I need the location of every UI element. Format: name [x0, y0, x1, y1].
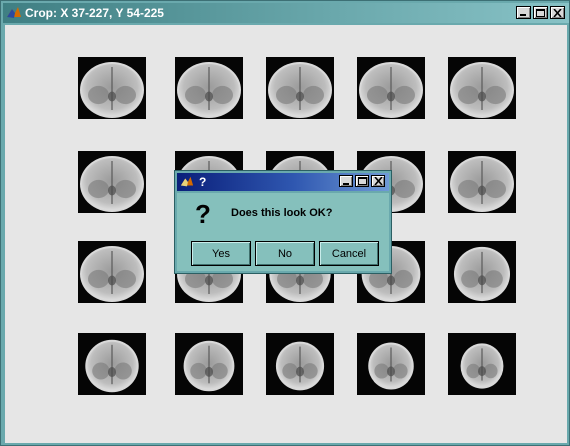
confirm-dialog: ? ? Does this look OK? Yes No Cancel: [174, 170, 392, 274]
close-button[interactable]: [550, 6, 565, 19]
mri-slice-thumbnail: [357, 57, 425, 119]
question-icon: ?: [195, 199, 211, 229]
mri-slice-thumbnail: [448, 57, 516, 119]
dialog-close-button[interactable]: [371, 175, 385, 187]
window-title: Crop: X 37-227, Y 54-225: [25, 6, 164, 20]
mri-slice-thumbnail: [78, 241, 146, 303]
yes-button[interactable]: Yes: [191, 241, 251, 266]
dialog-message: Does this look OK?: [231, 207, 333, 219]
maximize-button[interactable]: [533, 6, 548, 19]
mri-slice-thumbnail: [175, 333, 243, 395]
mri-slice-thumbnail: [448, 151, 516, 213]
dialog-title-bar[interactable]: ?: [177, 173, 389, 191]
mri-slice-thumbnail: [175, 57, 243, 119]
dialog-body: ? Does this look OK? Yes No Cancel: [177, 193, 389, 271]
dialog-title: ?: [199, 175, 207, 189]
matlab-icon: [180, 176, 194, 187]
mri-slice-thumbnail: [448, 241, 516, 303]
no-button[interactable]: No: [255, 241, 315, 266]
minimize-button[interactable]: [516, 6, 531, 19]
dialog-minimize-button[interactable]: [339, 175, 353, 187]
mri-slice-thumbnail: [448, 333, 516, 395]
cancel-button[interactable]: Cancel: [319, 241, 379, 266]
matlab-icon: [7, 7, 21, 18]
mri-slice-thumbnail: [78, 333, 146, 395]
mri-slice-thumbnail: [357, 333, 425, 395]
window-title-bar[interactable]: Crop: X 37-227, Y 54-225: [3, 3, 569, 23]
mri-slice-thumbnail: [266, 57, 334, 119]
mri-slice-thumbnail: [266, 333, 334, 395]
mri-slice-thumbnail: [78, 57, 146, 119]
dialog-maximize-button[interactable]: [355, 175, 369, 187]
mri-slice-thumbnail: [78, 151, 146, 213]
